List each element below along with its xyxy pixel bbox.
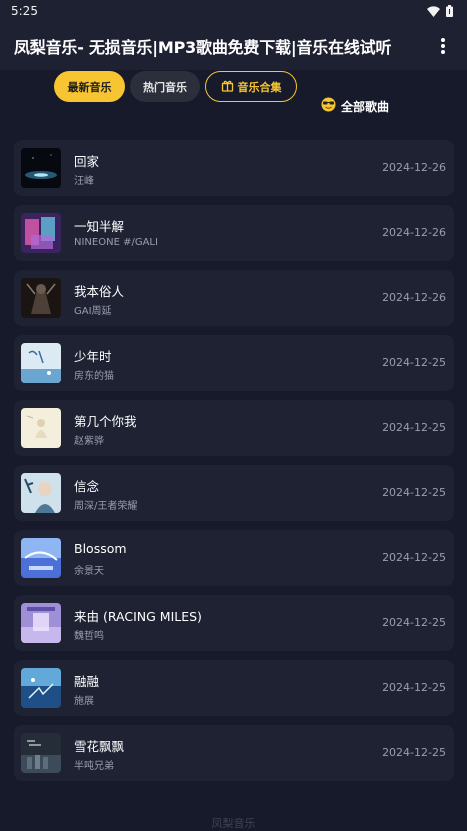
song-date: 2024-12-26 (382, 291, 446, 304)
status-bar: 5:25 (0, 0, 467, 22)
song-date: 2024-12-25 (382, 746, 446, 759)
song-date: 2024-12-25 (382, 421, 446, 434)
status-icons (427, 5, 453, 17)
battery-icon (446, 5, 453, 17)
song-row[interactable]: 少年时 房东的猫 2024-12-25 (14, 335, 454, 391)
tab-label: 最新音乐 (67, 80, 112, 94)
status-time: 5:25 (11, 4, 38, 18)
app-title: 凤梨音乐- 无损音乐|MP3歌曲免费下载|音乐在线试听 (14, 38, 392, 57)
song-title: 少年时 (74, 349, 112, 364)
song-date: 2024-12-25 (382, 616, 446, 629)
album-cover (21, 408, 61, 448)
song-artist: 汪峰 (74, 176, 94, 187)
song-row[interactable]: 一知半解 NINEONE #/GALI 2024-12-26 (14, 205, 454, 261)
gift-icon (221, 79, 234, 95)
tab-label: 音乐合集 (237, 80, 282, 94)
song-row[interactable]: 信念 周深/王者荣耀 2024-12-25 (14, 465, 454, 521)
song-row[interactable]: 雪花飘飘 半吨兄弟 2024-12-25 (14, 725, 454, 781)
all-songs-label: 全部歌曲 (341, 99, 390, 114)
song-artist: 余景天 (74, 566, 104, 577)
more-vert-icon[interactable] (431, 34, 455, 58)
album-cover (21, 603, 61, 643)
album-cover (21, 473, 61, 513)
song-artist: 施展 (74, 696, 94, 707)
album-cover (21, 733, 61, 773)
song-row[interactable]: 来由 (RACING MILES) 魏哲鸣 2024-12-25 (14, 595, 454, 651)
all-songs-link[interactable]: 全部歌曲 (321, 96, 389, 116)
song-title: 回家 (74, 154, 100, 169)
wifi-icon (427, 5, 440, 17)
tab-latest-music[interactable]: 最新音乐 (54, 71, 125, 102)
song-title: 来由 (RACING MILES) (74, 609, 202, 624)
song-row[interactable]: 融融 施展 2024-12-25 (14, 660, 454, 716)
album-cover (21, 343, 61, 383)
song-date: 2024-12-26 (382, 161, 446, 174)
tab-label: 热门音乐 (143, 80, 187, 94)
song-row[interactable]: 我本俗人 GAI周延 2024-12-26 (14, 270, 454, 326)
album-cover (21, 213, 61, 253)
song-date: 2024-12-26 (382, 226, 446, 239)
song-title: 一知半解 (74, 219, 125, 234)
album-cover (21, 278, 61, 318)
song-artist: GAI周延 (74, 306, 112, 317)
song-artist: 半吨兄弟 (74, 761, 114, 772)
song-artist: 魏哲鸣 (74, 631, 104, 642)
song-artist: NINEONE #/GALI (74, 237, 158, 248)
song-row[interactable]: Blossom 余景天 2024-12-25 (14, 530, 454, 586)
song-artist: 房东的猫 (74, 371, 114, 382)
album-cover (21, 148, 61, 188)
song-row[interactable]: 第几个你我 赵紫骅 2024-12-25 (14, 400, 454, 456)
album-cover (21, 538, 61, 578)
song-title: 融融 (74, 674, 100, 689)
song-title: 雪花飘飘 (74, 739, 125, 754)
song-date: 2024-12-25 (382, 486, 446, 499)
song-title: Blossom (74, 541, 127, 556)
song-title: 我本俗人 (74, 284, 125, 299)
song-artist: 赵紫骅 (74, 436, 104, 447)
song-date: 2024-12-25 (382, 356, 446, 369)
song-date: 2024-12-25 (382, 551, 446, 564)
tab-hot-music[interactable]: 热门音乐 (130, 71, 200, 102)
song-date: 2024-12-25 (382, 681, 446, 694)
album-cover (21, 668, 61, 708)
category-tabs: 最新音乐 热门音乐 音乐合集 (0, 70, 467, 112)
tab-music-collection[interactable]: 音乐合集 (205, 71, 297, 102)
song-title: 第几个你我 (74, 414, 137, 429)
song-title: 信念 (74, 479, 100, 494)
footer-text: 凤梨音乐 (211, 817, 256, 830)
song-artist: 周深/王者荣耀 (74, 501, 138, 512)
sunglasses-emoji-icon (321, 97, 336, 115)
app-bar: 凤梨音乐- 无损音乐|MP3歌曲免费下载|音乐在线试听 (0, 22, 467, 70)
song-row[interactable]: 回家 汪峰 2024-12-26 (14, 140, 454, 196)
